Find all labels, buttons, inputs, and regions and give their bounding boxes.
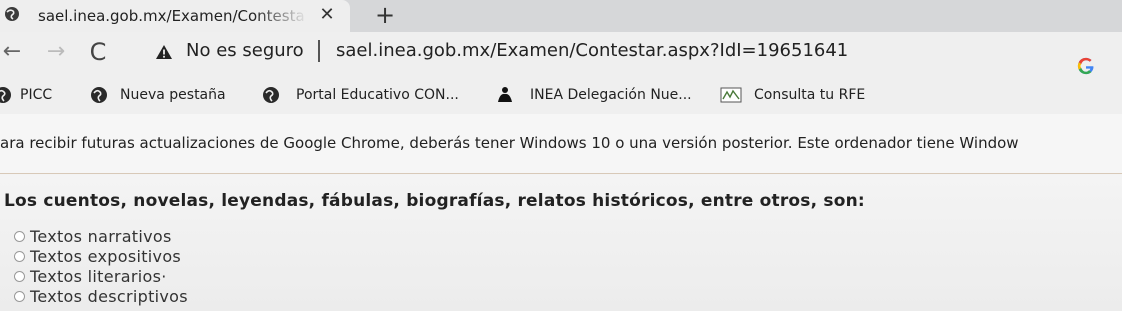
bookmarks-bar: PICC Nueva pestaña Portal Educativo CON.… (0, 78, 1122, 114)
inea-icon (498, 87, 512, 102)
radio-button[interactable] (14, 271, 25, 282)
bookmark-label: INEA Delegación Nue... (530, 87, 692, 103)
globe-icon (0, 87, 11, 103)
globe-icon (91, 87, 107, 103)
tab-strip: sael.inea.gob.mx/Examen/Contesta ✕ + (0, 0, 1122, 32)
rfe-icon (720, 87, 742, 103)
infobar-message: ara recibir futuras actualizaciones de G… (0, 134, 1019, 152)
bookmark-label: PICC (20, 87, 53, 103)
google-icon[interactable] (1076, 56, 1096, 76)
radio-button[interactable] (14, 251, 25, 262)
radio-button[interactable] (14, 291, 25, 302)
bookmark-consulta-rfe[interactable]: Consulta tu RFE (718, 78, 878, 114)
forward-button[interactable]: → (44, 40, 68, 64)
url-divider (318, 40, 320, 62)
security-status[interactable]: No es seguro (186, 40, 304, 61)
option-label[interactable]: Textos expositivos (30, 247, 181, 266)
globe-icon (5, 7, 19, 21)
option-label[interactable]: Textos literarios· (30, 267, 167, 286)
globe-icon (263, 87, 279, 103)
back-button[interactable]: ← (0, 40, 24, 64)
update-infobar: ara recibir futuras actualizaciones de G… (0, 114, 1122, 174)
bookmark-label: Portal Educativo CON... (296, 87, 459, 103)
option-label[interactable]: Textos narrativos (30, 227, 172, 246)
question-text: Los cuentos, novelas, leyendas, fábulas,… (4, 191, 865, 211)
bookmark-label: Consulta tu RFE (754, 87, 866, 103)
exam-content: Los cuentos, novelas, leyendas, fábulas,… (0, 175, 1122, 311)
tab-title: sael.inea.gob.mx/Examen/Contesta (38, 7, 305, 25)
bookmark-inea-delegacion[interactable]: INEA Delegación Nue... (494, 78, 704, 114)
browser-toolbar: ← → C No es seguro sael.inea.gob.mx/Exam… (0, 32, 1122, 78)
reload-button[interactable]: C (86, 40, 110, 64)
radio-button[interactable] (14, 231, 25, 242)
close-tab-icon[interactable]: ✕ (318, 6, 336, 24)
warning-icon[interactable] (155, 44, 173, 60)
active-tab[interactable]: sael.inea.gob.mx/Examen/Contesta ✕ (0, 0, 350, 32)
bookmark-picc[interactable]: PICC (0, 78, 70, 114)
bookmark-portal-educativo[interactable]: Portal Educativo CON... (262, 78, 484, 114)
option-label[interactable]: Textos descriptivos (30, 287, 188, 306)
bookmark-label: Nueva pestaña (120, 87, 226, 103)
bookmark-nueva-pestana[interactable]: Nueva pestaña (86, 78, 246, 114)
new-tab-button[interactable]: + (374, 3, 396, 27)
address-bar-url[interactable]: sael.inea.gob.mx/Examen/Contestar.aspx?I… (336, 40, 848, 61)
